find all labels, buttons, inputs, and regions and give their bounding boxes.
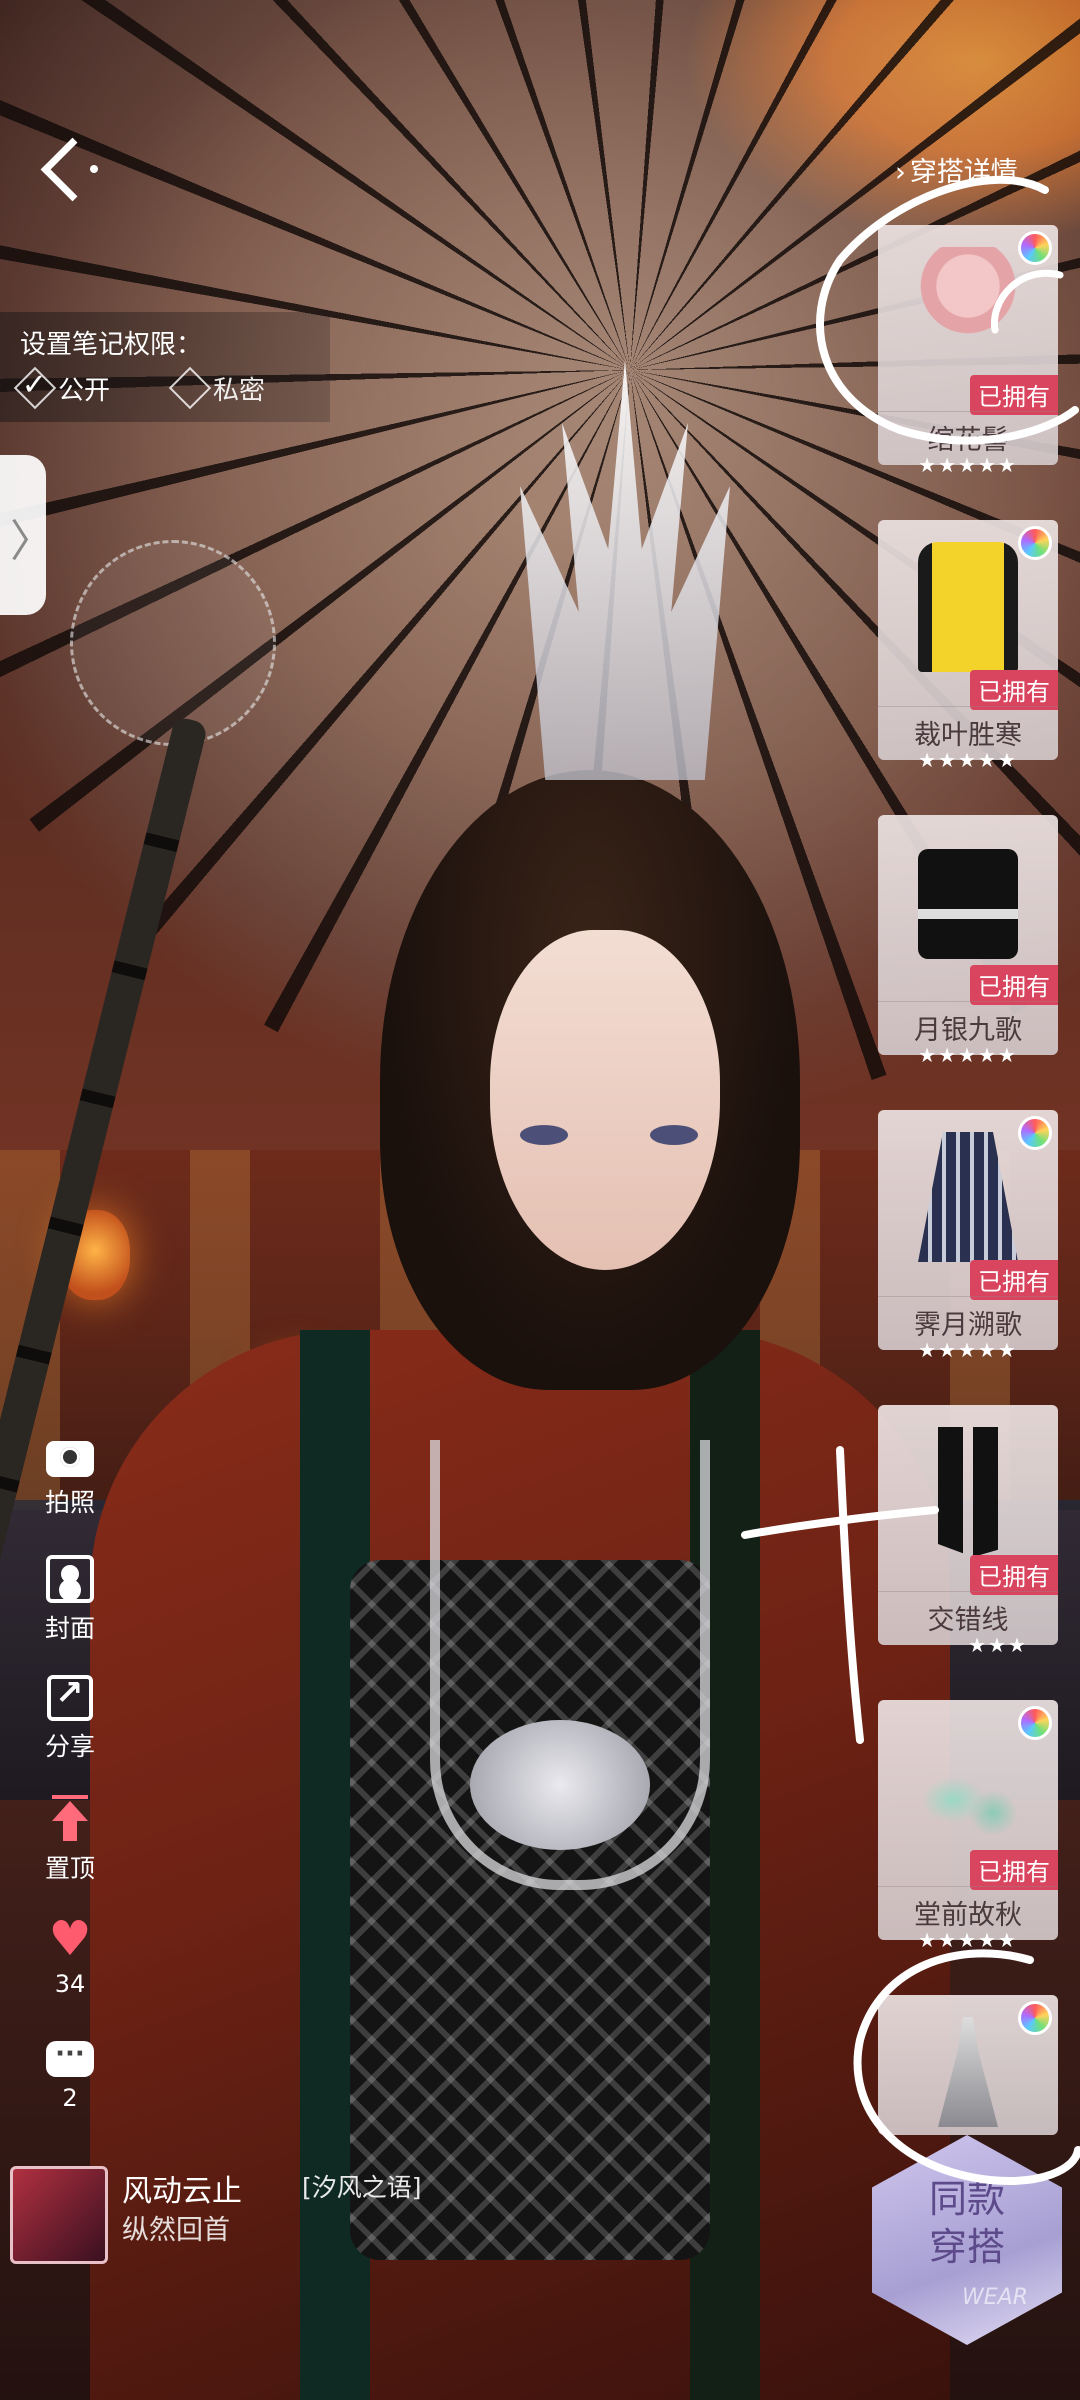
note-permission-panel: 设置笔记权限： ✓ 公开 私密 xyxy=(0,312,330,422)
diamond-icon: ✓ xyxy=(13,366,57,410)
owned-badge: 已拥有 xyxy=(970,1260,1058,1300)
socks-thumbnail xyxy=(938,1427,1018,1557)
top-thumbnail xyxy=(918,849,1018,959)
pin-top-icon xyxy=(46,1795,94,1843)
chevron-right-icon: › xyxy=(895,157,906,188)
back-button[interactable] xyxy=(38,135,108,205)
owned-badge: 已拥有 xyxy=(970,670,1058,710)
skirt-thumbnail xyxy=(918,1132,1018,1262)
cover-icon xyxy=(46,1555,94,1603)
item-stars: ★★★ xyxy=(968,1633,1028,1657)
photo-label: 拍照 xyxy=(44,1488,95,1517)
outfit-item-card[interactable]: 已拥有 交错线 xyxy=(878,1405,1058,1645)
side-drawer-tab[interactable]: 〉 xyxy=(0,455,54,615)
comment-count: 2 xyxy=(62,2084,78,2112)
chevron-right-icon: 〉 xyxy=(10,516,54,567)
same-outfit-label: 同款 穿搭 xyxy=(928,2177,1005,2269)
avatar[interactable] xyxy=(10,2166,108,2264)
author-info[interactable]: 风动云止 [汐风之语] 纵然回首 xyxy=(10,2162,530,2264)
owned-badge: 已拥有 xyxy=(970,375,1058,415)
outfit-details-link[interactable]: › 穿搭详情 xyxy=(895,150,1018,189)
item-name: 霁月溯歌 xyxy=(878,1296,1058,1342)
item-stars: ★★★★★ xyxy=(918,1338,1018,1362)
share-label: 分享 xyxy=(44,1732,95,1761)
comment-icon: ··· xyxy=(46,2041,94,2077)
hairstyle-thumbnail xyxy=(918,247,1018,377)
comment-button[interactable]: ··· 2 xyxy=(30,2035,110,2112)
eye xyxy=(650,1125,698,1145)
outfit-item-card[interactable] xyxy=(878,1995,1058,2135)
owned-badge: 已拥有 xyxy=(970,965,1058,1005)
owned-badge: 已拥有 xyxy=(970,1555,1058,1595)
robe-thumbnail xyxy=(918,542,1018,672)
permission-title: 设置笔记权限： xyxy=(20,330,203,360)
permission-private-option[interactable]: 私密 xyxy=(168,366,266,410)
photo-button[interactable]: 拍照 xyxy=(30,1435,110,1519)
like-count: 34 xyxy=(54,1970,86,1998)
item-stars: ★★★★★ xyxy=(918,453,1018,477)
silver-pendant xyxy=(470,1720,650,1850)
accessory-thumbnail xyxy=(938,2017,998,2127)
permission-public-option[interactable]: ✓ 公开 xyxy=(13,366,111,410)
outfit-item-card[interactable]: 已拥有 裁叶胜寒 xyxy=(878,520,1058,760)
check-icon: ✓ xyxy=(21,367,47,403)
item-stars: ★★★★★ xyxy=(918,1928,1018,1952)
item-stars: ★★★★★ xyxy=(918,1043,1018,1067)
like-button[interactable]: ♥ 34 xyxy=(30,1915,110,1998)
author-subtitle: 纵然回首 xyxy=(122,2215,230,2246)
author-name: 风动云止 xyxy=(122,2174,242,2209)
face xyxy=(490,930,720,1270)
outfit-item-card[interactable]: 已拥有 绾花髻 xyxy=(878,225,1058,465)
item-name: 交错线 xyxy=(878,1591,1058,1637)
color-palette-icon[interactable] xyxy=(1018,1706,1052,1740)
outfit-details-label: 穿搭详情 xyxy=(909,157,1018,188)
item-stars: ★★★★★ xyxy=(918,748,1018,772)
item-name: 堂前故秋 xyxy=(878,1886,1058,1932)
pin-top-label: 置顶 xyxy=(44,1854,95,1883)
share-icon xyxy=(47,1673,93,1721)
owned-badge: 已拥有 xyxy=(970,1850,1058,1890)
item-name: 裁叶胜寒 xyxy=(878,706,1058,752)
outfit-item-card[interactable]: 已拥有 月银九歌 xyxy=(878,815,1058,1055)
outfit-item-card[interactable]: 已拥有 霁月溯歌 xyxy=(878,1110,1058,1350)
cover-button[interactable]: 封面 xyxy=(30,1555,110,1645)
color-palette-icon[interactable] xyxy=(1018,526,1052,560)
permission-private-label: 私密 xyxy=(213,375,266,406)
outfit-item-card[interactable]: 已拥有 堂前故秋 xyxy=(878,1700,1058,1940)
silver-crown xyxy=(520,360,730,780)
wear-watermark: WEAR xyxy=(962,2285,1028,2310)
shoes-thumbnail xyxy=(918,1722,1018,1852)
camera-icon xyxy=(46,1441,94,1477)
item-name: 绾花髻 xyxy=(878,411,1058,457)
share-button[interactable]: 分享 xyxy=(30,1673,110,1763)
server-tag: [汐风之语] xyxy=(302,2173,422,2202)
color-palette-icon[interactable] xyxy=(1018,2001,1052,2035)
permission-public-label: 公开 xyxy=(58,375,111,406)
eye xyxy=(520,1125,568,1145)
heart-icon: ♥ xyxy=(48,1911,92,1967)
diamond-icon xyxy=(168,366,212,410)
item-name: 月银九歌 xyxy=(878,1001,1058,1047)
color-palette-icon[interactable] xyxy=(1018,1116,1052,1150)
color-palette-icon[interactable] xyxy=(1018,231,1052,265)
cover-label: 封面 xyxy=(44,1614,95,1643)
pin-top-button[interactable]: 置顶 xyxy=(30,1795,110,1885)
